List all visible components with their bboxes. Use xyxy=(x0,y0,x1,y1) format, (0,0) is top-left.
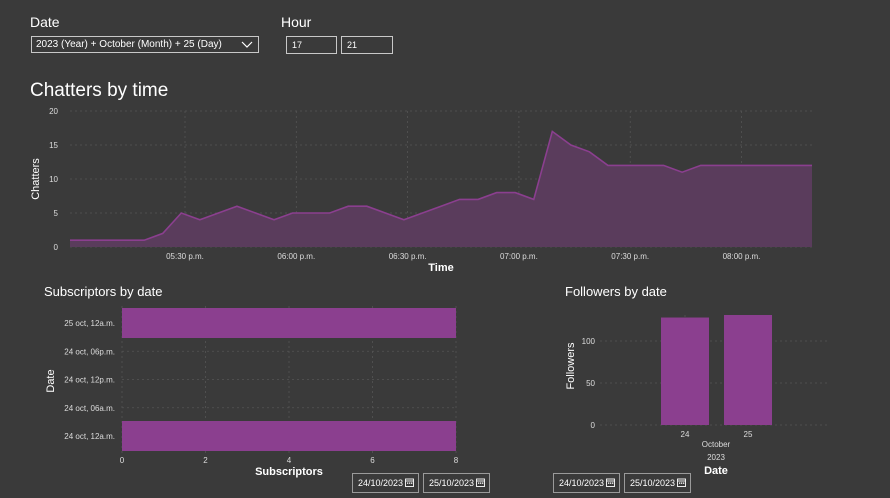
calendar-icon xyxy=(476,478,485,487)
x-axis-label: Date xyxy=(704,465,728,477)
y-axis-label: Chatters xyxy=(30,158,42,200)
y-tick-label: 10 xyxy=(49,175,58,184)
follower-bar xyxy=(724,315,772,425)
x-tick-label: 8 xyxy=(454,456,459,465)
chatters-area-chart: 0 5 10 15 20 05:30 p.m. 06:00 p.m. 06:30 p.m. 07… xyxy=(30,107,812,274)
subscribers-bar-chart: 0 2 4 6 8 25 oct, 12a.m. 24 oct, 06p.m. 24 oct,… xyxy=(45,306,459,478)
subscribers-chart-title: Subscriptors by date xyxy=(44,284,163,299)
x-tick-label: 08:00 p.m. xyxy=(723,252,761,261)
calendar-icon xyxy=(677,478,686,487)
chatters-area xyxy=(70,131,812,247)
subscribers-date-from-value: 24/10/2023 xyxy=(358,478,404,488)
y-tick-label: 25 oct, 12a.m. xyxy=(64,319,115,328)
y-tick-label: 5 xyxy=(54,209,59,218)
y-tick-label: 20 xyxy=(49,107,58,116)
y-tick-label: 0 xyxy=(591,421,596,430)
x-tick-label: 06:30 p.m. xyxy=(389,252,427,261)
chevron-down-icon xyxy=(241,41,253,48)
subscribers-date-from[interactable]: 24/10/2023 xyxy=(352,473,419,493)
y-tick-label: 0 xyxy=(54,243,59,252)
x-tick-label: 25 xyxy=(744,430,753,439)
hour-filter-label: Hour xyxy=(281,14,312,30)
x-tick-label: 07:00 p.m. xyxy=(500,252,538,261)
x-axis-label: Subscriptors xyxy=(255,466,323,478)
calendar-icon xyxy=(606,478,615,487)
x-tick-label: 06:00 p.m. xyxy=(277,252,315,261)
y-tick-label: 15 xyxy=(49,141,58,150)
subscriber-bar xyxy=(122,308,456,338)
x-tick-label: 05:30 p.m. xyxy=(166,252,204,261)
x-axis-label: Time xyxy=(428,262,453,274)
y-tick-label: 24 oct, 06a.m. xyxy=(64,404,115,413)
x-tick-label: 24 xyxy=(681,430,690,439)
y-tick-label: 24 oct, 12a.m. xyxy=(64,432,115,441)
x-tick-label: 2 xyxy=(203,456,208,465)
followers-date-to-value: 25/10/2023 xyxy=(630,478,676,488)
x-month-label: October xyxy=(702,440,731,449)
hour-to-input[interactable]: 21 xyxy=(341,36,393,54)
followers-date-to[interactable]: 25/10/2023 xyxy=(624,473,691,493)
date-select-value: 2023 (Year) + October (Month) + 25 (Day) xyxy=(36,39,222,50)
followers-date-from[interactable]: 24/10/2023 xyxy=(553,473,620,493)
subscriber-bar xyxy=(122,421,456,451)
subscribers-date-to[interactable]: 25/10/2023 xyxy=(423,473,490,493)
date-select[interactable]: 2023 (Year) + October (Month) + 25 (Day) xyxy=(31,36,259,53)
hour-from-input[interactable]: 17 xyxy=(286,36,337,54)
y-tick-label: 24 oct, 06p.m. xyxy=(64,347,115,356)
y-axis-label: Date xyxy=(45,369,57,392)
x-year-label: 2023 xyxy=(707,453,725,462)
date-filter-label: Date xyxy=(30,14,60,30)
followers-date-from-value: 24/10/2023 xyxy=(559,478,605,488)
y-axis-label: Followers xyxy=(565,342,577,390)
y-tick-label: 24 oct, 12p.m. xyxy=(64,376,115,385)
x-tick-label: 07:30 p.m. xyxy=(611,252,649,261)
followers-bar-chart: 0 50 100 24 25 October 2023 Date Followers xyxy=(565,315,830,477)
subscribers-date-to-value: 25/10/2023 xyxy=(429,478,475,488)
follower-bar xyxy=(661,317,709,425)
calendar-icon xyxy=(405,478,414,487)
y-tick-label: 100 xyxy=(582,337,596,346)
x-tick-label: 0 xyxy=(120,456,125,465)
followers-chart-title: Followers by date xyxy=(565,284,667,299)
x-tick-label: 4 xyxy=(287,456,292,465)
chatters-chart-title: Chatters by time xyxy=(30,80,169,101)
x-tick-label: 6 xyxy=(370,456,375,465)
y-tick-label: 50 xyxy=(586,379,595,388)
